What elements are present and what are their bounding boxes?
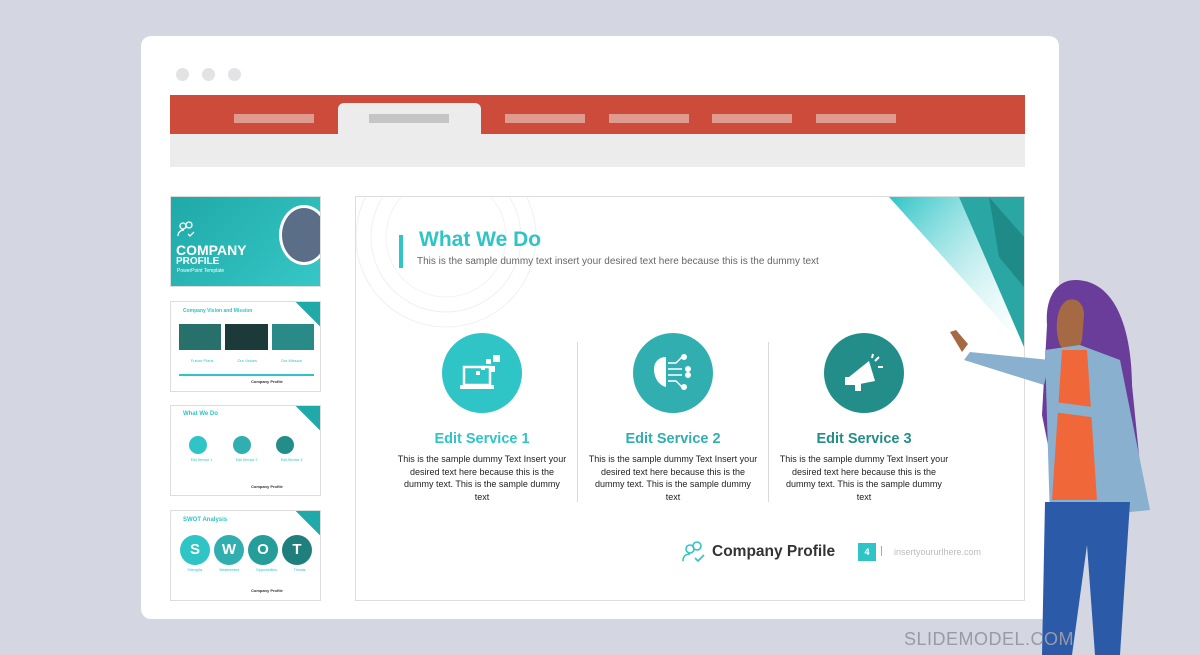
slide-subtitle: This is the sample dummy text insert you… bbox=[417, 256, 819, 267]
photo-image bbox=[279, 205, 320, 265]
thumb-title: What We Do bbox=[183, 411, 218, 417]
people-icon bbox=[177, 221, 195, 237]
tab-active[interactable] bbox=[338, 103, 481, 136]
thumbnail-slide-3[interactable]: What We Do Edit Service 1 Edit Service 2 E… bbox=[170, 405, 321, 496]
thumb-item: Opportunities bbox=[256, 568, 277, 572]
footer-brand: Company Profile bbox=[712, 543, 836, 560]
service-title: Edit Service 3 bbox=[816, 431, 912, 447]
swot-letter: S bbox=[180, 535, 210, 565]
tab-3[interactable] bbox=[505, 114, 585, 123]
window-close-dot[interactable] bbox=[176, 68, 189, 81]
swot-letter: O bbox=[248, 535, 278, 565]
service-title: Edit Service 1 bbox=[434, 431, 530, 447]
thumb-item: Threats bbox=[293, 568, 306, 572]
thumb-title: Company Vision and Mission bbox=[183, 308, 253, 314]
slide-canvas[interactable]: What We Do This is the sample dummy text… bbox=[355, 196, 1025, 601]
divider bbox=[768, 342, 769, 502]
tab-4[interactable] bbox=[609, 114, 689, 123]
thumb-footer: Company Profile bbox=[251, 484, 283, 489]
service-text: This is the sample dummy Text Insert you… bbox=[779, 454, 949, 502]
service-3: Edit Service 3 This is the sample dummy … bbox=[779, 333, 949, 503]
thumbnail-slide-2[interactable]: Company Vision and Mission Future Plans O… bbox=[170, 301, 321, 392]
thumb-tagline: PowerPoint Template bbox=[177, 268, 225, 274]
presenter-illustration bbox=[950, 280, 1150, 655]
page-number: 4 bbox=[858, 543, 876, 561]
thumb-item: Edit Service 1 bbox=[190, 458, 213, 462]
service-text: This is the sample dummy Text Insert you… bbox=[397, 454, 567, 502]
thumb-item: Edit Service 3 bbox=[280, 458, 303, 462]
thumb-item: Weaknesses bbox=[219, 568, 240, 572]
divider bbox=[577, 342, 578, 502]
decorative-circles bbox=[356, 197, 537, 328]
thumb-item: Edit Service 2 bbox=[235, 458, 258, 462]
service-2: Edit Service 2 This is the sample dummy … bbox=[588, 333, 758, 503]
thumb-item: Strengths bbox=[187, 568, 203, 572]
service-text: This is the sample dummy Text Insert you… bbox=[588, 454, 758, 502]
brain-circuit-icon bbox=[633, 333, 713, 413]
tab-6[interactable] bbox=[816, 114, 896, 123]
tab-5[interactable] bbox=[712, 114, 792, 123]
thumb-footer: Company Profile bbox=[251, 379, 283, 384]
megaphone-icon bbox=[824, 333, 904, 413]
laptop-pixels-icon bbox=[442, 333, 522, 413]
slide-title: What We Do bbox=[419, 228, 542, 251]
window-minimize-dot[interactable] bbox=[202, 68, 215, 81]
swot-letter: W bbox=[214, 535, 244, 565]
thumb-title: SWOT Analysis bbox=[183, 517, 228, 523]
watermark-text: SLIDEMODEL.COM bbox=[904, 629, 1075, 649]
title-accent-bar bbox=[399, 235, 403, 268]
window-maximize-dot[interactable] bbox=[228, 68, 241, 81]
thumb-item: Our Values bbox=[237, 358, 258, 363]
people-check-icon bbox=[682, 541, 705, 563]
thumb-subtitle: PROFILE bbox=[176, 256, 220, 267]
thumbnail-slide-4[interactable]: SWOT Analysis S W O T Strengths Weaknesse… bbox=[170, 510, 321, 601]
service-title: Edit Service 2 bbox=[625, 431, 721, 447]
thumb-item: Future Plans bbox=[190, 358, 214, 363]
thumb-item: Our Mission bbox=[280, 358, 303, 363]
thumbnail-slide-1[interactable]: COMPANY PROFILE PowerPoint Template bbox=[170, 196, 321, 287]
service-1: Edit Service 1 This is the sample dummy … bbox=[397, 333, 567, 503]
toolbar bbox=[170, 134, 1025, 167]
thumb-footer: Company Profile bbox=[251, 588, 283, 593]
tab-1[interactable] bbox=[234, 114, 314, 123]
